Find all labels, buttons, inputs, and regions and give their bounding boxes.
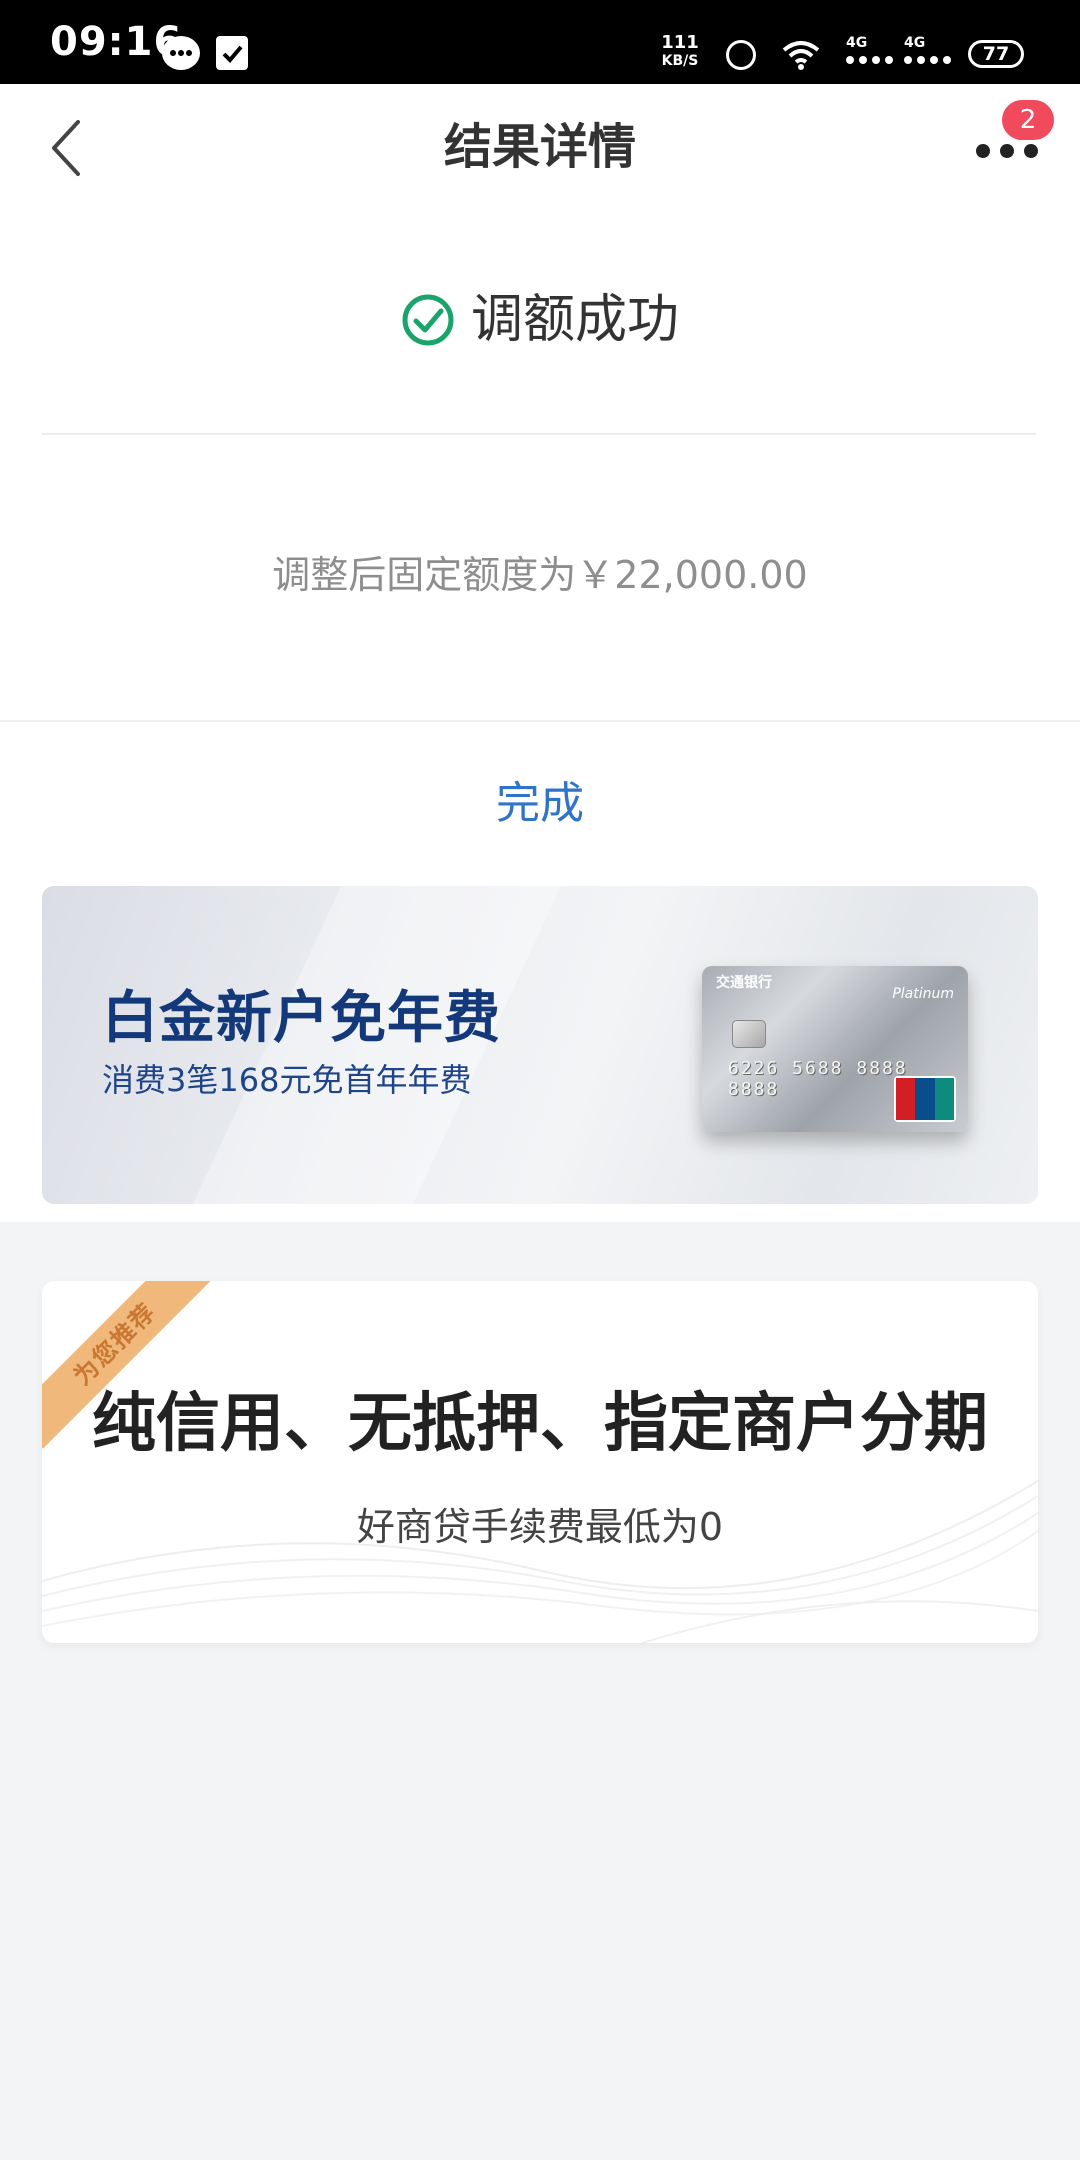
banner-subtitle: 消费3笔168元免首年年费: [102, 1061, 472, 1099]
done-button[interactable]: 完成: [390, 768, 690, 840]
promo-banner[interactable]: 白金新户免年费 消费3笔168元免首年年费 交通银行 Platinum 6226…: [42, 886, 1038, 1204]
more-dots-icon: [976, 144, 990, 158]
unionpay-logo-icon: [894, 1076, 956, 1122]
divider: [42, 433, 1036, 435]
banner-title: 白金新户免年费: [102, 986, 501, 1051]
page-title: 结果详情: [443, 119, 636, 175]
card-platinum-mark: Platinum: [892, 986, 954, 1002]
alarm-icon: [726, 40, 756, 70]
card-chip-icon: [732, 1020, 766, 1048]
recommendation-card[interactable]: 为您推荐 纯信用、无抵押、指定商户分期 好商贷手续费最低为0: [42, 1281, 1038, 1643]
signal-4g-icon-2: 4G: [904, 36, 951, 64]
section-divider: [0, 720, 1080, 722]
notification-badge: 2: [1002, 100, 1054, 140]
signal-label-1: 4G: [846, 35, 868, 51]
credit-card-image: 交通银行 Platinum 6226 5688 8888 8888: [702, 966, 968, 1132]
status-time: 09:16: [50, 19, 183, 65]
result-status: 调额成功: [0, 280, 1080, 360]
status-text: 调额成功: [470, 290, 679, 350]
recommendation-title: 纯信用、无抵押、指定商户分期: [92, 1387, 988, 1461]
chat-notification-icon: [162, 36, 200, 70]
signal-4g-icon-1: 4G: [846, 36, 893, 64]
success-check-icon: [402, 294, 454, 346]
status-bar: 09:16 111 KB/S 4G 4G 77: [0, 0, 1080, 84]
credit-limit-text: 调整后固定额度为￥22,000.00: [272, 553, 808, 597]
battery-indicator: 77: [968, 40, 1024, 68]
network-speed-unit: KB/S: [661, 53, 699, 69]
recommendation-subtitle: 好商贷手续费最低为0: [356, 1505, 724, 1549]
card-bank-mark: 交通银行: [716, 975, 772, 991]
network-speed: 111 KB/S: [656, 34, 704, 70]
signal-label-2: 4G: [904, 35, 926, 51]
network-speed-value: 111: [661, 32, 699, 53]
task-check-icon: [216, 36, 248, 70]
wifi-icon: [782, 41, 820, 70]
